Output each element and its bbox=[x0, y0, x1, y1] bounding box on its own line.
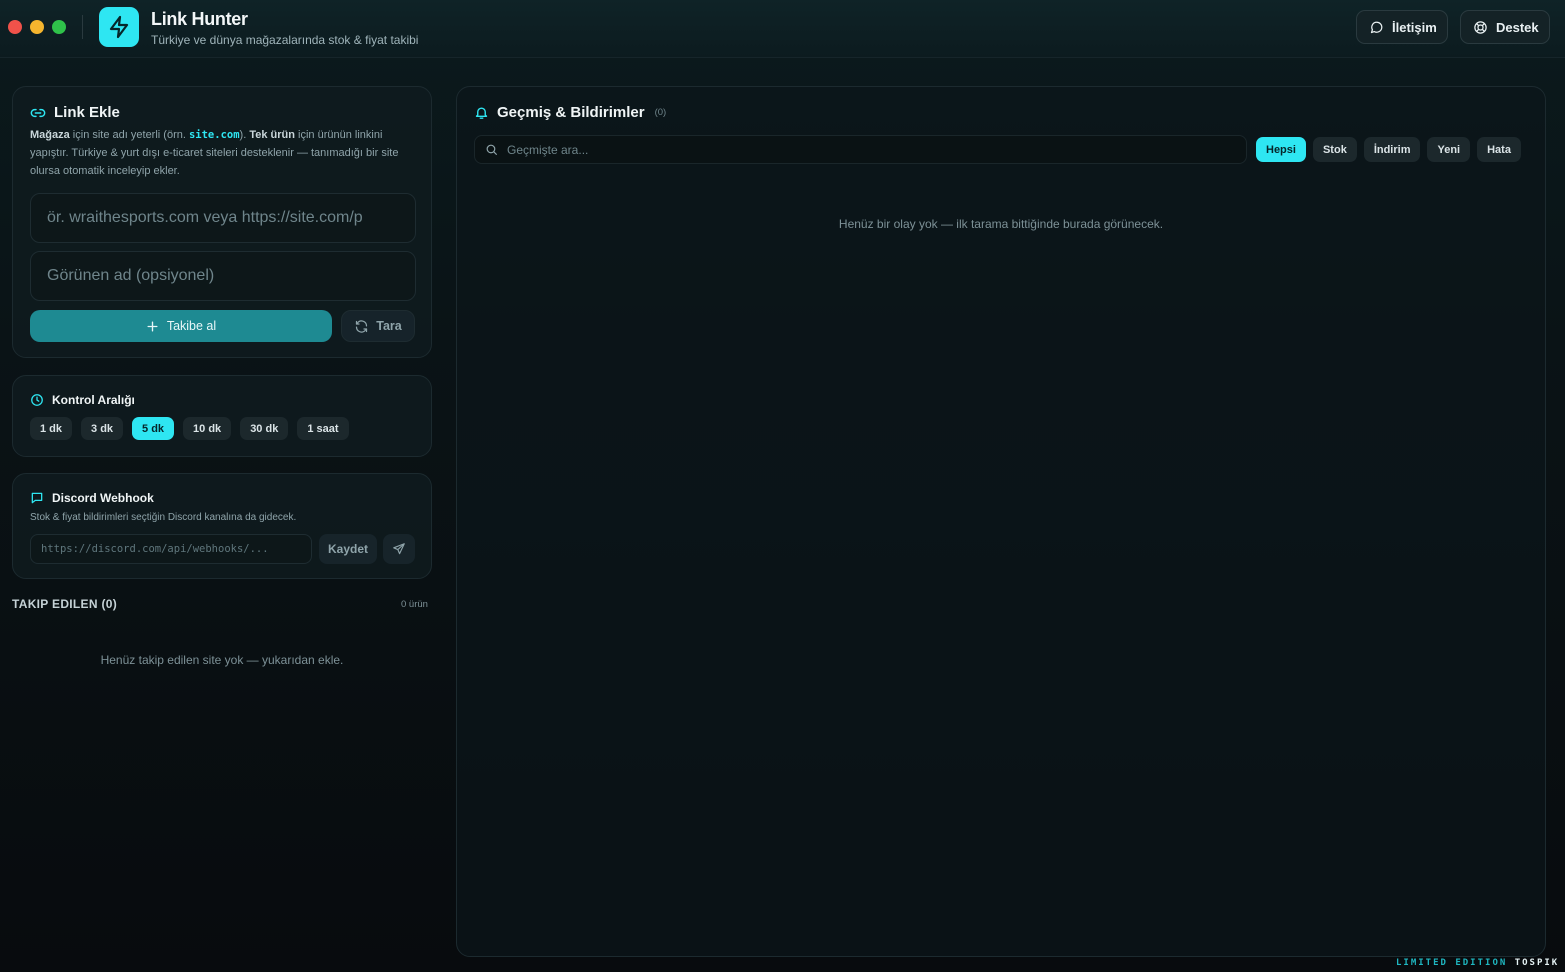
app-subtitle: Türkiye ve dünya mağazalarında stok & fi… bbox=[151, 33, 419, 47]
message-square-icon bbox=[30, 491, 44, 505]
interval-option-1saat[interactable]: 1 saat bbox=[297, 417, 349, 440]
history-title-text: Geçmiş & Bildirimler bbox=[497, 104, 645, 121]
tracked-empty-state: Henüz takip edilen site yok — yukarıdan … bbox=[100, 653, 344, 667]
track-button[interactable]: Takibe al bbox=[30, 310, 332, 342]
filter-stock[interactable]: Stok bbox=[1312, 137, 1357, 162]
webhook-description: Stok & fiyat bildirimleri seçtiğin Disco… bbox=[30, 512, 297, 523]
search-icon bbox=[485, 143, 498, 156]
history-empty-state: Henüz bir olay yok — ilk tarama bittiğin… bbox=[838, 217, 1164, 231]
window-close-button[interactable] bbox=[8, 20, 22, 34]
plus-icon bbox=[146, 320, 159, 333]
history-search-placeholder: Geçmişte ara... bbox=[507, 142, 589, 157]
webhook-title-text: Discord Webhook bbox=[52, 491, 154, 505]
app-title: Link Hunter bbox=[151, 9, 248, 29]
window-maximize-button[interactable] bbox=[52, 20, 66, 34]
display-name-input[interactable]: Görünen ad (opsiyonel) bbox=[30, 251, 416, 301]
filter-error[interactable]: Hata bbox=[1477, 137, 1521, 162]
webhook-url-input[interactable]: https://discord.com/api/webhooks/... bbox=[30, 534, 312, 564]
add-link-title: Link Ekle bbox=[30, 104, 120, 121]
bell-icon bbox=[474, 105, 489, 120]
scan-button-label: Tara bbox=[376, 319, 402, 333]
webhook-save-button[interactable]: Kaydet bbox=[319, 534, 377, 564]
desc-product: Tek ürün bbox=[249, 129, 295, 141]
contact-button[interactable]: İletişim bbox=[1356, 10, 1448, 44]
add-link-title-text: Link Ekle bbox=[54, 104, 120, 121]
tracked-heading: TAKIP EDILEN (0) bbox=[12, 597, 118, 611]
history-search-input[interactable]: Geçmişte ara... bbox=[474, 135, 1247, 164]
interval-option-30dk[interactable]: 30 dk bbox=[240, 417, 289, 440]
interval-title: Kontrol Aralığı bbox=[30, 393, 135, 407]
add-link-card: Link Ekle Mağaza için site adı yeterli (… bbox=[12, 86, 432, 358]
desc-example: site.com bbox=[188, 129, 240, 141]
support-button[interactable]: Destek bbox=[1460, 10, 1550, 44]
track-button-label: Takibe al bbox=[166, 319, 217, 333]
edition-watermark: LIMITED EDITION TOSPIK bbox=[1396, 958, 1559, 968]
add-link-description: Mağaza için site adı yeterli (örn. site.… bbox=[30, 126, 414, 180]
webhook-card: Discord Webhook Stok & fiyat bildirimler… bbox=[12, 473, 432, 579]
interval-card: Kontrol Aralığı 1 dk 3 dk 5 dk 10 dk 30 … bbox=[12, 375, 432, 457]
contact-label: İletişim bbox=[1392, 19, 1437, 35]
lifebuoy-icon bbox=[1473, 20, 1488, 35]
filter-discount[interactable]: İndirim bbox=[1363, 137, 1421, 162]
tracked-count: 0 ürün bbox=[401, 599, 428, 610]
clock-icon bbox=[30, 393, 44, 407]
chat-bubble-icon bbox=[1369, 20, 1384, 35]
refresh-icon bbox=[354, 319, 369, 334]
title-bar: Link Hunter Türkiye ve dünya mağazaların… bbox=[0, 0, 1565, 58]
history-title: Geçmiş & Bildirimler (0) bbox=[474, 104, 666, 121]
history-filters: Hepsi Stok İndirim Yeni Hata bbox=[1256, 137, 1521, 162]
interval-option-5dk[interactable]: 5 dk bbox=[132, 417, 175, 440]
window-minimize-button[interactable] bbox=[30, 20, 44, 34]
author-label: TOSPIK bbox=[1514, 958, 1560, 968]
title-bar-divider bbox=[82, 15, 83, 39]
link-icon bbox=[30, 105, 46, 121]
interval-title-text: Kontrol Aralığı bbox=[52, 393, 135, 407]
url-input[interactable]: ör. wraithesports.com veya https://site.… bbox=[30, 193, 416, 243]
edition-label: LIMITED EDITION bbox=[1396, 958, 1508, 968]
support-label: Destek bbox=[1496, 19, 1539, 35]
scan-button[interactable]: Tara bbox=[341, 310, 415, 342]
desc-store: Mağaza bbox=[30, 129, 70, 141]
webhook-test-button[interactable] bbox=[383, 534, 415, 564]
interval-option-1dk[interactable]: 1 dk bbox=[30, 417, 73, 440]
desc-part2: ). bbox=[239, 129, 250, 141]
history-panel: Geçmiş & Bildirimler (0) Geçmişte ara...… bbox=[456, 86, 1546, 957]
filter-new[interactable]: Yeni bbox=[1427, 137, 1471, 162]
webhook-title: Discord Webhook bbox=[30, 491, 154, 505]
lightning-bolt-icon bbox=[99, 7, 139, 47]
interval-option-3dk[interactable]: 3 dk bbox=[81, 417, 124, 440]
send-icon bbox=[392, 542, 406, 556]
interval-option-10dk[interactable]: 10 dk bbox=[183, 417, 232, 440]
filter-all[interactable]: Hepsi bbox=[1256, 137, 1306, 162]
desc-part1: için site adı yeterli (örn. bbox=[69, 129, 189, 141]
interval-options: 1 dk 3 dk 5 dk 10 dk 30 dk 1 saat bbox=[30, 417, 349, 440]
history-count: (0) bbox=[654, 107, 667, 118]
